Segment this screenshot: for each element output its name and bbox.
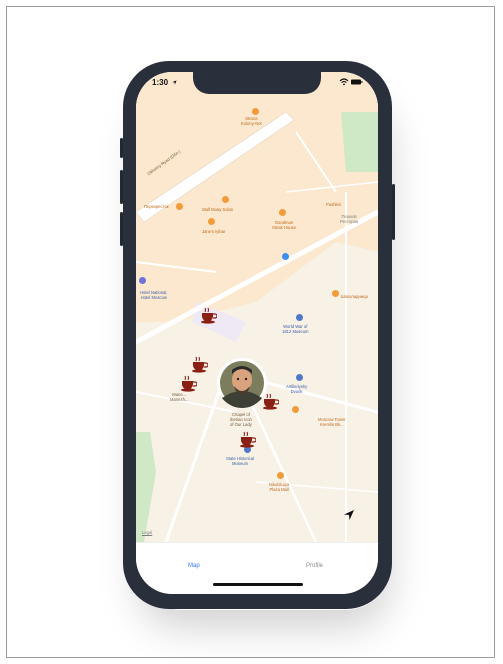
- map-label-maneg: Mane... Manezh...: [170, 392, 189, 402]
- user-photo-icon: [217, 358, 267, 408]
- tab-map[interactable]: Map: [188, 563, 200, 569]
- poi-blue-icon[interactable]: [296, 374, 303, 381]
- tab-profile[interactable]: Profile: [306, 563, 323, 569]
- poi-orange-icon[interactable]: [277, 472, 284, 479]
- poi-orange-icon[interactable]: [208, 218, 215, 225]
- poi-orange-icon[interactable]: [176, 203, 183, 210]
- phone-screen: Okhotny Ryad (Обл.) Strana Kolony-Net Пе…: [136, 72, 378, 594]
- user-location-avatar[interactable]: [217, 358, 267, 408]
- tab-bar: Map Profile: [136, 542, 378, 594]
- power-button: [392, 184, 395, 240]
- volume-up-button: [120, 170, 123, 204]
- poi-blue-icon[interactable]: [296, 314, 303, 321]
- poi-orange-icon[interactable]: [332, 290, 339, 297]
- map-label-hotel-national: Hotel National, Hotel Moscow: [140, 290, 168, 300]
- status-bar: 1:30: [136, 72, 378, 94]
- coffee-cup-marker-icon[interactable]: [199, 306, 217, 324]
- status-indicators: [339, 78, 363, 86]
- status-time: 1:30: [152, 78, 169, 87]
- silent-switch: [120, 138, 123, 158]
- map-label-historical-museum: State Historical Museum: [226, 456, 255, 466]
- map-label-perekrestok: Перекресток: [144, 204, 169, 209]
- map-label-peshkov: Пешков Ресторан: [340, 214, 359, 224]
- battery-icon: [351, 79, 363, 85]
- locate-me-arrow-icon[interactable]: [342, 508, 356, 522]
- map-label-tower: Moscow Tower Kremlin Bk...: [318, 417, 346, 427]
- location-arrow-icon: [172, 80, 177, 85]
- poi-blue-icon[interactable]: [282, 253, 289, 260]
- map-label-chapel: Chapel of Iberian Icon of Our Lady: [230, 412, 252, 427]
- poi-orange-icon[interactable]: [279, 209, 286, 216]
- poi-blue-icon[interactable]: [139, 277, 146, 284]
- map-label-shokoladnitsa: Шоколадница: [341, 294, 368, 299]
- wifi-icon: [339, 78, 349, 86]
- map-label-artilleriysky: Artilleriysky Dvorik: [286, 384, 308, 394]
- poi-orange-icon[interactable]: [252, 108, 259, 115]
- map-legal-link[interactable]: Legal: [142, 530, 152, 535]
- home-indicator: [213, 583, 303, 586]
- map-label-nikolskaya: Nikolskaya Plaza Mall: [269, 482, 290, 492]
- map-label-goodman: Goodman Steak House: [272, 220, 296, 230]
- map-label-pushkin: Pushkin: [326, 202, 341, 207]
- volume-down-button: [120, 212, 123, 246]
- map-label-janes: Jane's Iyibar: [202, 229, 226, 234]
- map-label-wall-muay: Wall Muay Salon: [202, 207, 234, 212]
- map-label-museum-1812: World War of 1812 Museum: [282, 324, 309, 334]
- poi-orange-icon[interactable]: [222, 196, 229, 203]
- coffee-cup-marker-icon[interactable]: [179, 374, 197, 392]
- notch: [193, 72, 321, 94]
- map-label-strana-kolony: Strana Kolony-Net: [241, 116, 262, 126]
- map-view[interactable]: [136, 72, 378, 542]
- coffee-cup-marker-icon[interactable]: [238, 430, 256, 448]
- poi-orange-icon[interactable]: [292, 406, 299, 413]
- coffee-cup-marker-icon[interactable]: [190, 355, 208, 373]
